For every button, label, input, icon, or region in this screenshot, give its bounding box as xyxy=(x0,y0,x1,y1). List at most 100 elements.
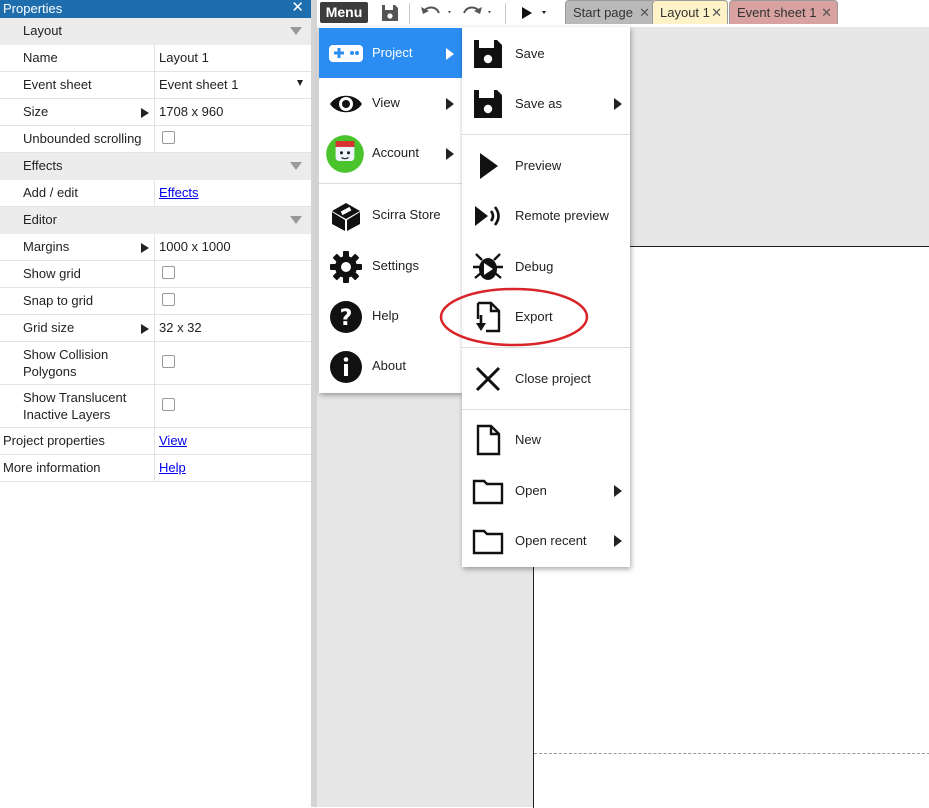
event-sheet-select[interactable]: Event sheet 1 xyxy=(154,72,311,98)
toolbar-divider xyxy=(505,3,506,24)
menu-item-help[interactable]: ? Help xyxy=(319,291,462,341)
effects-link[interactable]: Effects xyxy=(159,185,199,200)
menu-item-save-as[interactable]: Save as xyxy=(462,79,630,129)
dropdown-arrow-icon[interactable] xyxy=(297,80,303,86)
menu-item-label: Settings xyxy=(372,258,419,273)
show-grid-checkbox[interactable] xyxy=(162,266,175,280)
play-icon[interactable] xyxy=(517,2,553,24)
avatar-icon xyxy=(326,135,364,173)
gear-icon xyxy=(330,251,362,283)
menu-item-save[interactable]: Save xyxy=(462,29,630,79)
save-icon[interactable] xyxy=(380,2,400,24)
menu-button[interactable]: Menu xyxy=(320,2,368,23)
close-icon[interactable]: ✕ xyxy=(291,0,304,17)
redo-icon[interactable] xyxy=(461,2,497,24)
menu-item-settings[interactable]: Settings xyxy=(319,241,462,291)
folder-icon xyxy=(472,529,504,555)
property-show-translucent-layers[interactable]: Show Translucent Inactive Layers xyxy=(0,385,311,428)
property-grid-size[interactable]: Grid size 32 x 32 xyxy=(0,315,311,342)
show-collision-checkbox[interactable] xyxy=(162,355,175,369)
unbounded-scrolling-checkbox[interactable] xyxy=(162,131,175,145)
property-value[interactable]: 32 x 32 xyxy=(154,315,311,341)
property-size[interactable]: Size 1708 x 960 xyxy=(0,99,311,126)
property-value xyxy=(154,126,311,152)
property-show-grid[interactable]: Show grid xyxy=(0,261,311,288)
menu-item-open-recent[interactable]: Open recent xyxy=(462,516,630,566)
tab-layout-1[interactable]: Layout 1 ✕ xyxy=(652,0,728,24)
remote-preview-icon xyxy=(475,206,500,226)
property-value: Help xyxy=(154,455,311,481)
menu-item-label: Help xyxy=(372,308,399,323)
menu-item-label: View xyxy=(372,95,400,110)
property-value xyxy=(154,288,311,314)
tab-label: Layout 1 xyxy=(660,5,710,20)
menu-item-label: Open xyxy=(515,483,547,498)
menu-item-account[interactable]: Account xyxy=(319,128,462,178)
play-icon xyxy=(480,153,498,179)
menu-separator xyxy=(319,183,462,184)
menu-item-label: Debug xyxy=(515,259,554,274)
expand-arrow-icon[interactable] xyxy=(141,324,149,334)
menu-item-label: Project xyxy=(372,45,413,60)
menu-item-scirra-store[interactable]: Scirra Store xyxy=(319,190,462,240)
menu-item-about[interactable]: About xyxy=(319,341,462,391)
gamepad-icon xyxy=(329,45,363,62)
section-layout[interactable]: Layout xyxy=(0,18,311,45)
property-value: View xyxy=(154,428,311,454)
menu-item-export[interactable]: Export xyxy=(462,292,630,342)
property-unbounded-scrolling[interactable]: Unbounded scrolling xyxy=(0,126,311,153)
properties-header: Properties ✕ xyxy=(0,0,311,18)
menu-item-project[interactable]: Project xyxy=(319,28,462,78)
property-margins[interactable]: Margins 1000 x 1000 xyxy=(0,234,311,261)
menu-item-view[interactable]: View xyxy=(319,78,462,128)
property-value[interactable]: 1708 x 960 xyxy=(154,99,311,125)
property-show-collision-polygons[interactable]: Show Collision Polygons xyxy=(0,342,311,385)
menu-item-label: Scirra Store xyxy=(372,207,441,222)
property-more-information[interactable]: More information Help xyxy=(0,455,311,482)
chevron-down-icon[interactable] xyxy=(290,27,302,35)
expand-arrow-icon[interactable] xyxy=(141,108,149,118)
property-add-edit[interactable]: Add / edit Effects xyxy=(0,180,311,207)
menu-item-new[interactable]: New xyxy=(462,415,630,465)
section-editor[interactable]: Editor xyxy=(0,207,311,234)
store-icon xyxy=(332,203,360,231)
property-label: Name xyxy=(23,50,58,65)
submenu-arrow-icon xyxy=(614,485,622,497)
property-snap-to-grid[interactable]: Snap to grid xyxy=(0,288,311,315)
svg-text:?: ? xyxy=(340,306,353,331)
label-line: Polygons xyxy=(23,364,77,379)
menu-item-close-project[interactable]: Close project xyxy=(462,354,630,404)
close-icon[interactable]: ✕ xyxy=(639,1,650,24)
property-event-sheet[interactable]: Event sheet Event sheet 1 xyxy=(0,72,311,99)
label-line: Show Collision xyxy=(23,347,109,362)
eye-icon xyxy=(330,95,362,113)
help-link[interactable]: Help xyxy=(159,460,186,475)
menu-item-debug[interactable]: Debug xyxy=(462,242,630,292)
property-label: Project properties xyxy=(3,433,105,448)
tab-event-sheet-1[interactable]: Event sheet 1 ✕ xyxy=(729,0,838,24)
view-link[interactable]: View xyxy=(159,433,187,448)
expand-arrow-icon[interactable] xyxy=(141,243,149,253)
chevron-down-icon[interactable] xyxy=(290,162,302,170)
snap-to-grid-checkbox[interactable] xyxy=(162,293,175,307)
tab-start-page[interactable]: Start page ✕ xyxy=(565,0,656,24)
show-translucent-checkbox[interactable] xyxy=(162,398,175,412)
section-effects[interactable]: Effects xyxy=(0,153,311,180)
menu-item-preview[interactable]: Preview xyxy=(462,141,630,191)
menu-item-label: Account xyxy=(372,145,419,160)
bug-icon xyxy=(473,253,503,280)
close-icon[interactable]: ✕ xyxy=(711,1,722,24)
close-icon[interactable]: ✕ xyxy=(821,1,832,24)
folder-icon xyxy=(472,479,504,505)
property-value[interactable]: 1000 x 1000 xyxy=(154,234,311,260)
property-project-properties[interactable]: Project properties View xyxy=(0,428,311,455)
section-title: Editor xyxy=(23,212,57,227)
chevron-down-icon[interactable] xyxy=(290,216,302,224)
property-label: Size xyxy=(23,104,49,119)
undo-icon[interactable] xyxy=(419,2,455,24)
property-name[interactable]: Name Layout 1 xyxy=(0,45,311,72)
property-value[interactable]: Layout 1 xyxy=(154,45,311,71)
menu-item-open[interactable]: Open xyxy=(462,466,630,516)
menu-item-remote-preview[interactable]: Remote preview xyxy=(462,191,630,241)
section-title: Layout xyxy=(23,23,63,38)
